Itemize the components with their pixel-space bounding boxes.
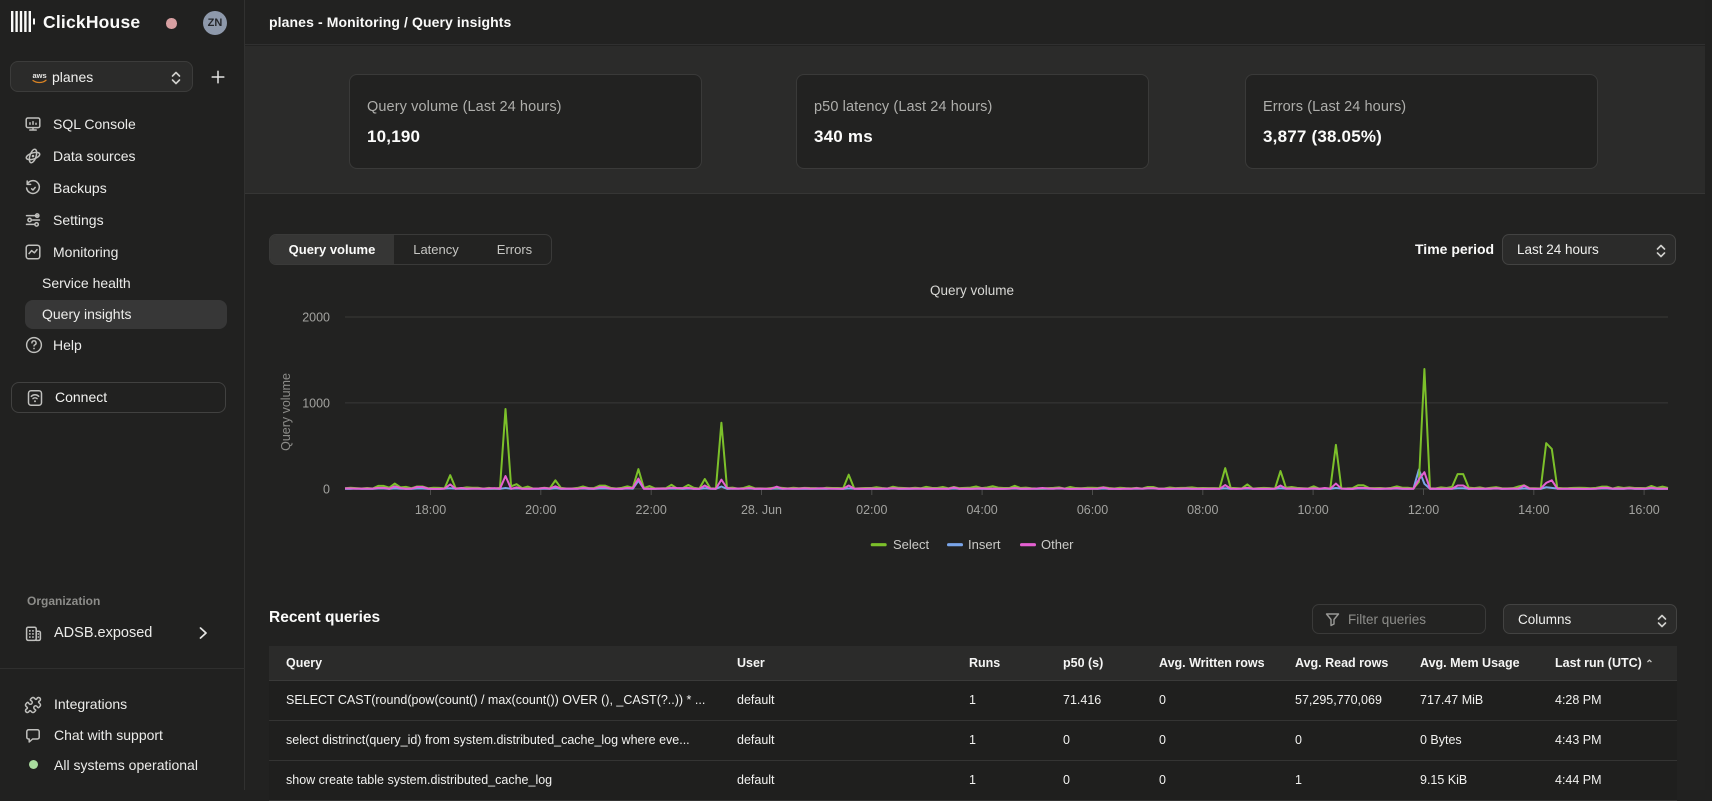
svg-text:Other: Other (1041, 537, 1074, 552)
svg-text:Query volume: Query volume (279, 373, 293, 451)
svg-text:22:00: 22:00 (636, 503, 667, 517)
svg-text:aws: aws (33, 71, 47, 80)
svg-text:06:00: 06:00 (1077, 503, 1108, 517)
svg-text:2000: 2000 (302, 311, 330, 325)
svg-text:04:00: 04:00 (966, 503, 997, 517)
svg-text:1000: 1000 (302, 396, 330, 410)
svg-text:08:00: 08:00 (1187, 503, 1218, 517)
svg-text:02:00: 02:00 (856, 503, 887, 517)
svg-text:14:00: 14:00 (1518, 503, 1549, 517)
svg-text:28. Jun: 28. Jun (741, 503, 782, 517)
svg-text:0: 0 (323, 482, 330, 496)
svg-text:20:00: 20:00 (525, 503, 556, 517)
svg-text:Insert: Insert (968, 537, 1001, 552)
svg-text:Query volume: Query volume (930, 283, 1014, 298)
svg-text:Select: Select (893, 537, 930, 552)
svg-text:18:00: 18:00 (415, 503, 446, 517)
svg-text:16:00: 16:00 (1628, 503, 1659, 517)
svg-text:10:00: 10:00 (1297, 503, 1328, 517)
svg-text:12:00: 12:00 (1408, 503, 1439, 517)
